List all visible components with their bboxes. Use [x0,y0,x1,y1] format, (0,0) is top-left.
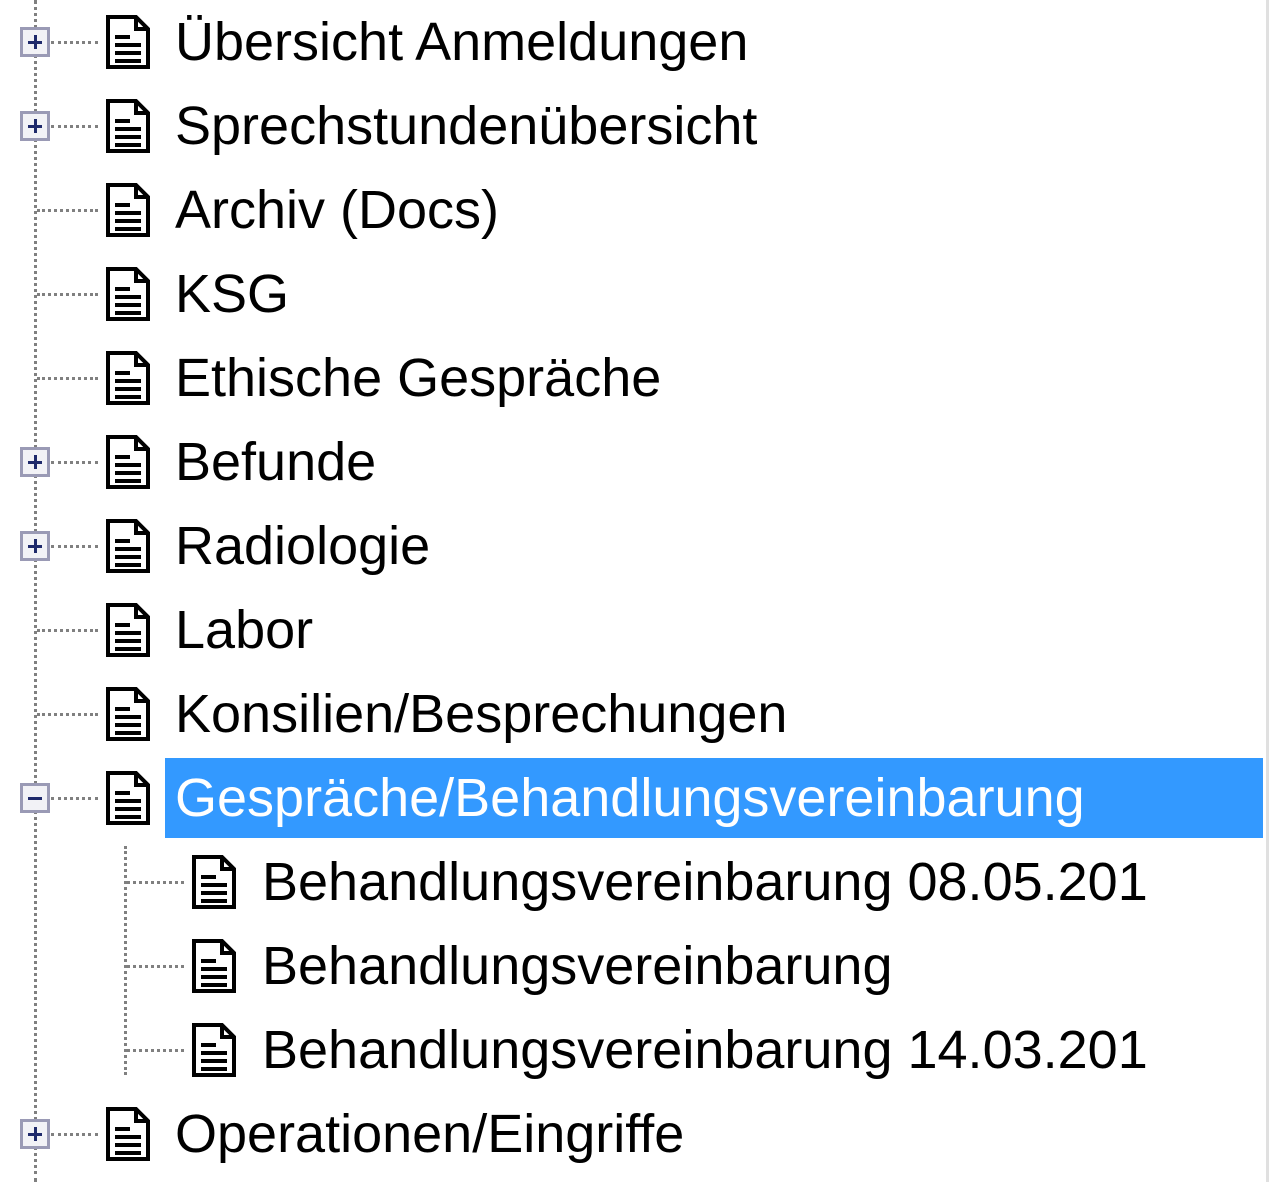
tree-item-label: Radiologie [175,516,431,576]
document-icon [104,602,152,658]
document-icon [104,434,152,490]
tree-connector-line [37,377,98,380]
tree-item[interactable]: Radiologie [0,504,1269,588]
tree-item-label: Archiv (Docs) [175,180,500,240]
document-icon [190,854,238,910]
tree-item[interactable]: Konsilien/Besprechungen [0,672,1269,756]
tree-connector-line [37,293,98,296]
document-icon [190,938,238,994]
document-icon [104,686,152,742]
tree-item-label: Behandlungsvereinbarung 08.05.201 [262,852,1148,912]
tree-connector-line [51,545,98,548]
plus-icon[interactable] [20,531,50,561]
tree-item-label: Befunde [175,432,377,492]
document-icon [190,1022,238,1078]
tree-connector-line [51,461,98,464]
document-icon [104,98,152,154]
tree-item-label: KSG [175,264,290,324]
plus-icon[interactable] [20,111,50,141]
tree-view[interactable]: Übersicht Anmeldungen Sprechstundenübersi… [0,0,1269,1182]
tree-item[interactable]: Ethische Gespräche [0,336,1269,420]
tree-item-label: Sprechstundenübersicht [175,96,758,156]
tree-connector-line [51,1133,98,1136]
tree-item[interactable]: KSG [0,252,1269,336]
tree-item[interactable]: Behandlungsvereinbarung 14.03.201 [0,1008,1269,1092]
tree-connector-line [51,797,98,800]
tree-item[interactable]: Übersicht Anmeldungen [0,0,1269,84]
tree-connector-line [127,1049,184,1052]
tree-connector-line [51,125,98,128]
tree-item[interactable]: Labor [0,588,1269,672]
document-icon [104,770,152,826]
tree-item[interactable]: Befunde [0,420,1269,504]
document-icon [104,182,152,238]
plus-icon[interactable] [20,1119,50,1149]
tree-item-label: Gespräche/Behandlungsvereinbarung [165,758,1263,838]
tree-item-label: Behandlungsvereinbarung [262,936,893,996]
tree-item-label: Übersicht Anmeldungen [175,12,749,72]
tree-item[interactable]: Behandlungsvereinbarung 08.05.201 [0,840,1269,924]
tree-item[interactable]: Gespräche/Behandlungsvereinbarung [0,756,1269,840]
document-icon [104,14,152,70]
minus-icon[interactable] [20,783,50,813]
plus-icon[interactable] [20,27,50,57]
tree-item[interactable]: Sprechstundenübersicht [0,84,1269,168]
tree-connector-line [37,629,98,632]
plus-icon[interactable] [20,447,50,477]
tree-connector-line [127,965,184,968]
document-icon [104,1106,152,1162]
tree-item-label: Konsilien/Besprechungen [175,684,788,744]
tree-item[interactable]: Archiv (Docs) [0,168,1269,252]
document-icon [104,518,152,574]
tree-item-label: Ethische Gespräche [175,348,662,408]
tree-connector-line [37,713,98,716]
document-icon [104,350,152,406]
tree-item[interactable]: Behandlungsvereinbarung [0,924,1269,1008]
tree-item[interactable]: Operationen/Eingriffe [0,1092,1269,1176]
tree-item-label: Operationen/Eingriffe [175,1104,685,1164]
tree-connector-line [37,209,98,212]
tree-item-label: Behandlungsvereinbarung 14.03.201 [262,1020,1148,1080]
tree-connector-line [51,41,98,44]
document-icon [104,266,152,322]
tree-item-label: Labor [175,600,314,660]
tree-connector-line [127,881,184,884]
